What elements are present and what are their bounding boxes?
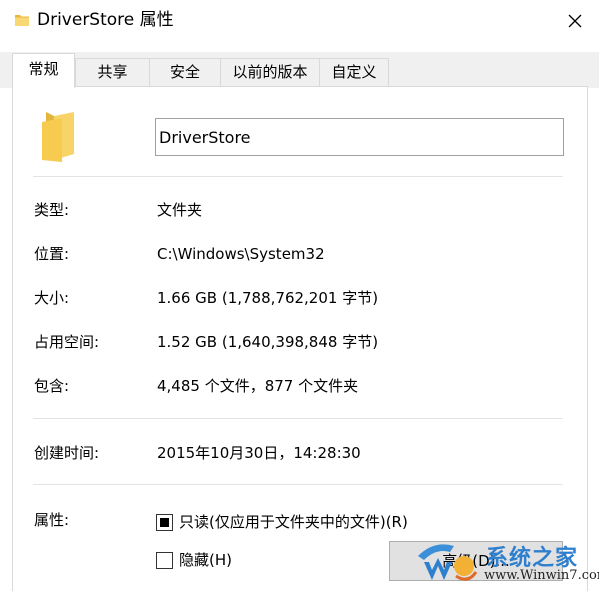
watermark: 系统之家 www.Winwin7.com — [414, 536, 599, 590]
tab-general[interactable]: 常规 — [12, 53, 75, 88]
watermark-logo-icon — [418, 544, 478, 581]
contains-value: 4,485 个文件，877 个文件夹 — [157, 377, 359, 395]
folder-icon — [42, 112, 74, 162]
size-on-disk-value: 1.52 GB (1,640,398,848 字节) — [157, 333, 379, 351]
close-icon — [568, 14, 582, 28]
readonly-checkbox[interactable] — [156, 514, 173, 531]
hidden-checkbox[interactable] — [156, 552, 173, 569]
attributes-label: 属性: — [34, 511, 70, 529]
hidden-label[interactable]: 隐藏(H) — [179, 550, 232, 570]
tab-previous-versions[interactable]: 以前的版本 — [220, 58, 320, 86]
watermark-url: www.Winwin7.com — [484, 568, 599, 583]
readonly-label[interactable]: 只读(仅应用于文件夹中的文件)(R) — [179, 512, 408, 532]
size-value: 1.66 GB (1,788,762,201 字节) — [157, 289, 379, 307]
size-on-disk-label: 占用空间: — [34, 333, 100, 351]
separator — [33, 484, 563, 485]
size-label: 大小: — [34, 289, 70, 307]
created-label: 创建时间: — [34, 444, 100, 462]
location-value: C:\Windows\System32 — [157, 245, 325, 263]
type-label: 类型: — [34, 201, 70, 219]
tab-sharing[interactable]: 共享 — [75, 58, 150, 86]
tab-security[interactable]: 安全 — [149, 58, 221, 86]
separator — [33, 418, 563, 419]
title-bar: DriverStore 属性 — [0, 0, 599, 42]
type-value: 文件夹 — [157, 201, 203, 219]
created-value: 2015年10月30日，14:28:30 — [157, 444, 361, 462]
close-button[interactable] — [559, 6, 591, 36]
location-label: 位置: — [34, 245, 70, 263]
separator — [33, 176, 563, 177]
folder-name-input[interactable] — [155, 118, 564, 156]
window-title: DriverStore 属性 — [37, 10, 174, 30]
contains-label: 包含: — [34, 377, 70, 395]
folder-icon — [15, 15, 29, 26]
tab-customize[interactable]: 自定义 — [319, 58, 389, 86]
